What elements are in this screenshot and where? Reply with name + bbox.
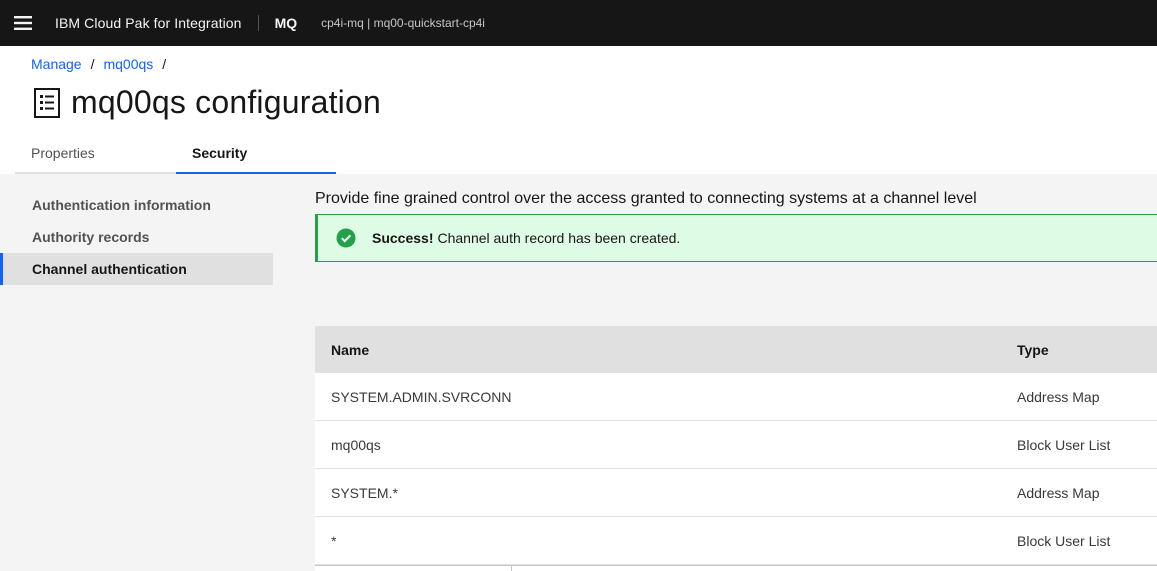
notification-text: Channel auth record has been created. — [437, 230, 681, 246]
column-header-name[interactable]: Name — [315, 342, 1001, 358]
cell-type: Block User List — [1017, 532, 1111, 549]
platform-brand-link[interactable]: IBM Cloud Pak for Integration — [55, 15, 242, 31]
table-pagination-bar — [315, 565, 1157, 571]
header-divider — [257, 15, 259, 31]
cell-name: SYSTEM.* — [331, 484, 398, 501]
table-row[interactable]: * Block User List — [315, 517, 1157, 565]
table-header-row: Name Type — [315, 326, 1157, 373]
cell-type: Address Map — [1017, 388, 1100, 405]
sidenav-item-label: Authentication information — [32, 197, 211, 213]
sidenav-item-channel-authentication[interactable]: Channel authentication — [0, 253, 273, 285]
instance-name: cp4i-mq | mq00-quickstart-cp4i — [321, 16, 485, 30]
cell-name: SYSTEM.ADMIN.SVRCONN — [331, 388, 512, 405]
cell-name: * — [331, 532, 337, 549]
sidenav-item-authentication-information[interactable]: Authentication information — [0, 189, 273, 221]
breadcrumb-separator: / — [90, 56, 95, 72]
security-side-nav: Authentication information Authority rec… — [0, 189, 273, 285]
document-list-icon — [34, 87, 60, 118]
pagination-divider — [511, 566, 512, 571]
table-row[interactable]: mq00qs Block User List — [315, 421, 1157, 469]
channel-auth-table: Name Type SYSTEM.ADMIN.SVRCONN Address M… — [315, 326, 1157, 571]
column-header-type[interactable]: Type — [1001, 342, 1157, 358]
page-title-area: mq00qs configuration — [31, 84, 381, 121]
section-description: Provide fine grained control over the ac… — [315, 190, 977, 207]
breadcrumb-link-manage[interactable]: Manage — [31, 56, 82, 72]
cell-type: Block User List — [1017, 436, 1111, 453]
table-row[interactable]: SYSTEM.ADMIN.SVRCONN Address Map — [315, 373, 1157, 421]
hamburger-menu-icon[interactable] — [0, 0, 46, 46]
table-row[interactable]: SYSTEM.* Address Map — [315, 469, 1157, 517]
sidenav-item-label: Authority records — [32, 229, 150, 245]
cell-type: Address Map — [1017, 484, 1100, 501]
tab-properties[interactable]: Properties — [15, 136, 176, 174]
breadcrumb-link-queue-manager[interactable]: mq00qs — [103, 56, 153, 72]
success-notification: Success! Channel auth record has been cre… — [315, 214, 1157, 262]
tab-security[interactable]: Security — [176, 136, 336, 174]
checkmark-filled-icon — [336, 228, 356, 248]
breadcrumb: Manage / mq00qs / — [31, 56, 175, 72]
breadcrumb-separator: / — [162, 56, 167, 72]
notification-message: Success! Channel auth record has been cre… — [372, 230, 680, 246]
notification-title: Success! — [372, 230, 434, 246]
page-title: mq00qs configuration — [71, 84, 381, 120]
product-name[interactable]: MQ — [275, 15, 298, 31]
top-header-bar: IBM Cloud Pak for Integration MQ cp4i-mq… — [0, 0, 1157, 46]
sidenav-item-authority-records[interactable]: Authority records — [0, 221, 273, 253]
sidenav-item-label: Channel authentication — [32, 261, 187, 277]
tab-list: Properties Security — [15, 136, 336, 174]
cell-name: mq00qs — [331, 436, 381, 453]
